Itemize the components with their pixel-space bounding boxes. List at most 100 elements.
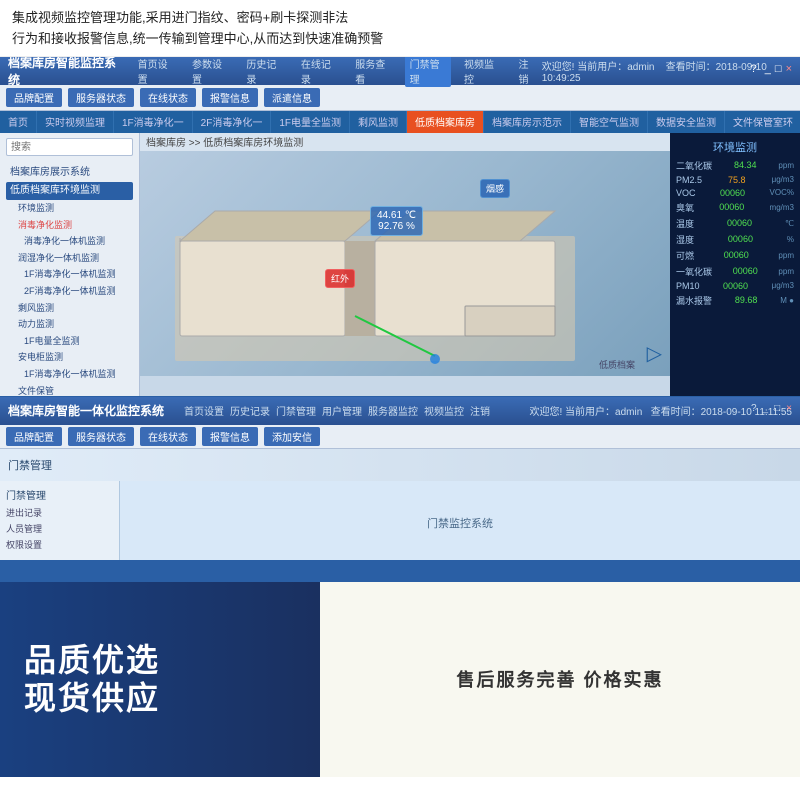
sidebar-item-7[interactable]: 2F消毒净化一体机监测 [6, 283, 133, 300]
sidebar-item-2[interactable]: 环境监测 [6, 200, 133, 217]
tab-1f-elec[interactable]: 1F电量全监测 [271, 111, 350, 133]
main-content: 档案库房展示系统 低质档案库环境监测 环境监测 消毒净化监测 消毒净化一体机监测… [0, 133, 800, 396]
bottom-btn-alarm[interactable]: 报警信息 [202, 427, 258, 446]
tab-2f-dis1[interactable]: 2F消毒净化一 [193, 111, 272, 133]
sidebar-item-4[interactable]: 消毒净化一体机监测 [6, 233, 133, 250]
right-env-panel: 环境监测 二氧化碳 84.34 ppm PM2.5 75.8 μg/m3 VOC… [670, 133, 800, 396]
bottom-nav-home[interactable]: 首页设置 [184, 403, 224, 418]
bottom-minimize[interactable]: _ [763, 403, 769, 414]
bottom-nav-user[interactable]: 用户管理 [322, 403, 362, 418]
bottom-nav-video[interactable]: 视频监控 [424, 403, 464, 418]
env-humidity-unit: % [787, 235, 794, 244]
bottom-close[interactable]: × [786, 403, 792, 414]
tab-1f-dis1[interactable]: 1F消毒净化一 [114, 111, 193, 133]
app-screenshot-top: 档案库房智能监控系统 首页设置 参数设置 历史记录 在线记录 服务查看 门禁管理… [0, 57, 800, 397]
sidebar-item-1[interactable]: 低质档案库环境监测 [6, 182, 133, 200]
nav-btn-logout[interactable]: 注销 [513, 57, 541, 87]
bottom-menu-2[interactable]: 人员管理 [6, 522, 113, 535]
env-ozone-label: 臭氧 [676, 201, 694, 214]
nav-btn-param[interactable]: 参数设置 [187, 57, 233, 87]
bottom-nav-history[interactable]: 历史记录 [230, 403, 270, 418]
sidebar-item-8[interactable]: 剩风监测 [6, 300, 133, 317]
tab-file[interactable]: 文件保管室环 [725, 111, 800, 133]
sensor-temp-humidity[interactable]: 44.61 ℃ 92.76 % [370, 206, 423, 236]
bottom-btn-online[interactable]: 在线状态 [140, 427, 196, 446]
env-humidity: 湿度 00060 % [676, 233, 794, 246]
sidebar-menu: 档案库房展示系统 低质档案库环境监测 环境监测 消毒净化监测 消毒净化一体机监测… [0, 160, 139, 396]
env-temp: 温度 00060 ℃ [676, 217, 794, 230]
sensor-smoke[interactable]: 烟感 [480, 179, 510, 198]
btn-online[interactable]: 在线状态 [140, 88, 196, 107]
nav-btn-online[interactable]: 在线记录 [296, 57, 342, 87]
sidebar-item-3[interactable]: 消毒净化监测 [6, 217, 133, 234]
bottom-help-icon[interactable]: ? [751, 403, 757, 414]
bottom-maximize[interactable]: □ [774, 403, 780, 414]
env-co2-label: 二氧化碳 [676, 159, 712, 172]
bottom-app-header: 档案库房智能一体化监控系统 首页设置 历史记录 门禁管理 用户管理 服务器监控 … [0, 397, 800, 425]
tab-air[interactable]: 智能空气监测 [571, 111, 648, 133]
env-temp-value: 00060 [727, 218, 752, 228]
env-pm25-label: PM2.5 [676, 175, 702, 185]
app-screenshot-bottom: 档案库房智能一体化监控系统 首页设置 历史记录 门禁管理 用户管理 服务器监控 … [0, 397, 800, 582]
env-ozone-value: 00060 [719, 202, 744, 212]
nav-btn-service[interactable]: 服务查看 [350, 57, 396, 87]
breadcrumb: 档案库房 >> 低质档案库房环境监测 [140, 133, 670, 151]
minimize-icon[interactable]: _ [765, 63, 771, 75]
breadcrumb-text: 档案库房 >> 低质档案库房环境监测 [146, 134, 303, 149]
bottom-nav-server[interactable]: 服务器监控 [368, 403, 418, 418]
env-combustible-label: 可燃 [676, 249, 694, 262]
tab-archive-low[interactable]: 低质档案库房 [407, 111, 484, 133]
env-humidity-label: 湿度 [676, 233, 694, 246]
nav-btn-access[interactable]: 门禁管理 [405, 57, 451, 87]
sidebar-item-12[interactable]: 1F消毒净化一体机监测 [6, 366, 133, 383]
help-icon[interactable]: ? [751, 63, 757, 75]
sidebar-item-0[interactable]: 档案库房展示系统 [6, 164, 133, 182]
sidebar-item-9[interactable]: 动力监测 [6, 316, 133, 333]
env-pm10-unit: μg/m3 [772, 281, 794, 290]
btn-dispatch[interactable]: 派遣信息 [264, 88, 320, 107]
sensor-value-temp: 44.61 ℃ [377, 210, 416, 221]
close-icon[interactable]: × [786, 63, 792, 75]
bottom-btn-config[interactable]: 品牌配置 [6, 427, 62, 446]
bottom-nav-logout[interactable]: 注销 [470, 403, 490, 418]
bottom-nav-access[interactable]: 门禁管理 [276, 403, 316, 418]
btn-config[interactable]: 品牌配置 [6, 88, 62, 107]
floor-plan: 烟感 44.61 ℃ 92.76 % 红外 ▷ 低质档案 [140, 151, 670, 376]
env-humidity-value: 00060 [728, 234, 753, 244]
bottom-btn-add[interactable]: 添加安信 [264, 427, 320, 446]
env-pm10-label: PM10 [676, 281, 700, 291]
tab-wind[interactable]: 剩风监测 [350, 111, 407, 133]
app-top-header: 档案库房智能监控系统 首页设置 参数设置 历史记录 在线记录 服务查看 门禁管理… [0, 57, 800, 85]
env-voc: VOC 00060 VOC% [676, 188, 794, 198]
bottom-menu-1[interactable]: 进出记录 [6, 506, 113, 519]
tab-home[interactable]: 首页 [0, 111, 37, 133]
env-water-label: 漏水报警 [676, 294, 712, 307]
nav-btn-history[interactable]: 历史记录 [241, 57, 287, 87]
sidebar-item-6[interactable]: 1F消毒净化一体机监测 [6, 266, 133, 283]
bottom-toolbar: 品牌配置 服务器状态 在线状态 报警信息 添加安信 [0, 425, 800, 449]
nav-arrow-right[interactable]: ▷ [647, 341, 662, 366]
top-text-line1: 集成视频监控管理功能,采用进门指纹、密码+刷卡探测非法 [12, 8, 788, 29]
nav-btn-monitor[interactable]: 视频监控 [459, 57, 505, 87]
sidebar-item-11[interactable]: 安电柜监测 [6, 349, 133, 366]
maximize-icon[interactable]: □ [775, 63, 782, 75]
app-top-title: 档案库房智能监控系统 [8, 57, 121, 88]
sidebar-item-13[interactable]: 文件保管 [6, 383, 133, 396]
sidebar-item-10[interactable]: 1F电量全监测 [6, 333, 133, 350]
bottom-menu-3[interactable]: 权限设置 [6, 538, 113, 551]
tab-video[interactable]: 实时视频监理 [37, 111, 114, 133]
sensor-infrared[interactable]: 红外 [325, 269, 355, 288]
bottom-btn-server[interactable]: 服务器状态 [68, 427, 134, 446]
tab-data-sec[interactable]: 数据安全监测 [648, 111, 725, 133]
promo-right: 售后服务完善 价格实惠 [320, 582, 800, 777]
btn-server[interactable]: 服务器状态 [68, 88, 134, 107]
tab-archive-demo[interactable]: 档案库房示范示 [484, 111, 571, 133]
bottom-main-content: 门禁监控系统 [427, 515, 493, 531]
btn-alarm[interactable]: 报警信息 [202, 88, 258, 107]
nav-btn-system[interactable]: 首页设置 [133, 57, 179, 87]
env-temp-unit: ℃ [785, 219, 794, 228]
search-input[interactable] [6, 138, 133, 156]
sidebar-item-5[interactable]: 润湿净化一体机监测 [6, 250, 133, 267]
env-combustible-value: 00060 [724, 250, 749, 260]
env-co-label: 一氧化碳 [676, 265, 712, 278]
